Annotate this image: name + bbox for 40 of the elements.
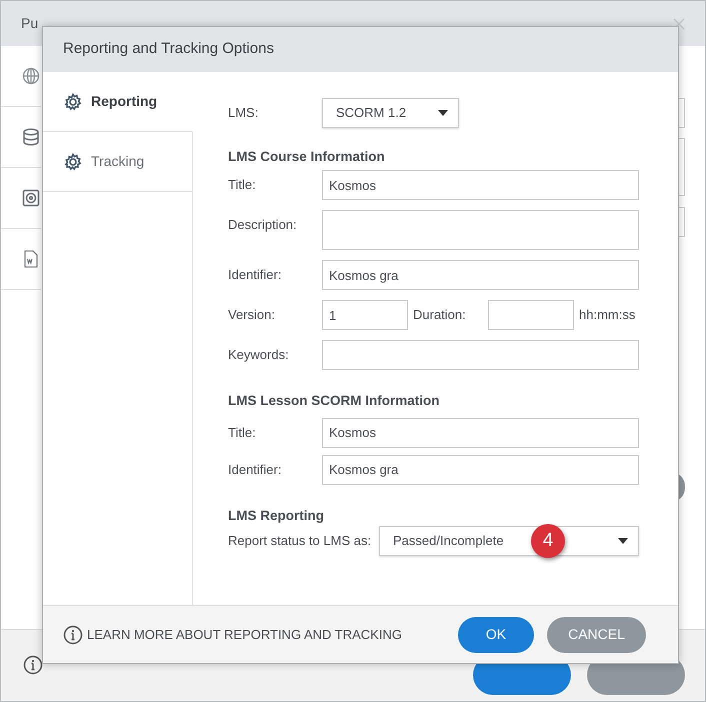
learn-more-link[interactable]: LEARN MORE ABOUT REPORTING AND TRACKING [87, 624, 402, 644]
field-label: Title: [228, 424, 257, 442]
input-field[interactable]: Kosmos [322, 170, 639, 200]
database-icon[interactable] [22, 128, 40, 146]
field-label: LMS: [228, 104, 260, 122]
input-field[interactable]: Kosmos gra [322, 454, 639, 484]
sidebar-tab[interactable]: Tracking [43, 132, 193, 192]
status-dropdown[interactable]: Passed/Incomplete 4 [379, 526, 639, 556]
info-icon[interactable] [23, 655, 43, 675]
lms-dropdown[interactable]: SCORM 1.2 [322, 98, 459, 128]
input-field[interactable] [322, 340, 639, 370]
section-heading: LMS Reporting [228, 506, 325, 525]
dialog-title: Reporting and Tracking Options [63, 39, 274, 60]
section-heading: LMS Lesson SCORM Information [228, 392, 441, 410]
globe-icon[interactable] [22, 67, 40, 85]
input-field[interactable]: 1 [322, 300, 408, 330]
field-label: Version: [228, 306, 276, 324]
info-icon[interactable] [63, 624, 83, 644]
field-label: Report status to LMS as: [228, 532, 372, 550]
field-label: Identifier: [228, 266, 282, 284]
field-label: Duration: [412, 306, 467, 324]
input-field[interactable] [488, 300, 574, 330]
caret-icon [618, 538, 628, 544]
gear-icon [64, 152, 82, 170]
unit-label: hh:mm:ss [579, 306, 636, 324]
input-field[interactable]: Kosmos [322, 418, 639, 448]
section-heading: LMS Course Information [228, 148, 386, 166]
field-label: Title: [228, 176, 257, 194]
document-icon[interactable] [22, 250, 40, 268]
field-label: Keywords: [228, 346, 290, 364]
field-label: Identifier: [228, 460, 282, 478]
sidebar-tab[interactable]: Reporting [43, 72, 193, 132]
caret-icon [438, 110, 448, 116]
step-badge: 4 [531, 524, 565, 558]
input-field[interactable]: Kosmos gra [322, 260, 639, 290]
gear-icon [64, 92, 82, 110]
field-label: Description: [228, 216, 298, 234]
window-title: Pu [21, 14, 38, 33]
ok-button[interactable]: OK [458, 616, 534, 652]
input-field[interactable] [322, 210, 639, 250]
